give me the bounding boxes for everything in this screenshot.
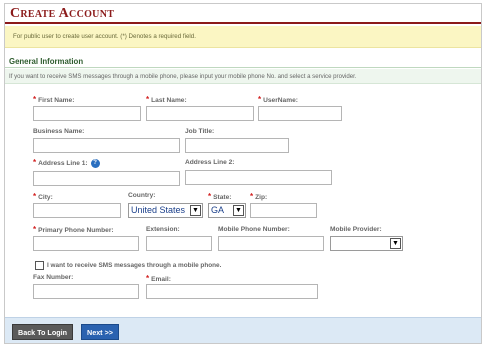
address-line-1-field[interactable] (33, 171, 180, 186)
sms-checkbox-label: I want to receive SMS messages through a… (47, 262, 222, 269)
address-line-2-field[interactable] (185, 170, 332, 185)
job-title-field[interactable] (185, 138, 289, 153)
required-marker: * (33, 158, 37, 167)
zip-label: * Zip: (250, 192, 268, 201)
country-selected-value: United States (131, 205, 186, 215)
username-field[interactable] (258, 106, 342, 121)
mobile-provider-select[interactable]: ▼ (330, 236, 403, 251)
section-title: General Information (5, 55, 481, 68)
state-selected-value: GA (211, 205, 225, 215)
required-marker: * (146, 274, 150, 283)
required-marker: * (258, 95, 262, 104)
first-name-label: * First Name: (33, 95, 75, 104)
mobile-phone-label: Mobile Phone Number: (218, 226, 290, 233)
mobile-provider-label: Mobile Provider: (330, 226, 382, 233)
button-bar: Back To Login Next >> (5, 317, 481, 343)
mobile-phone-field[interactable] (218, 236, 324, 251)
address-line-1-label: * Address Line 1:? (33, 158, 100, 168)
required-marker: * (33, 95, 37, 104)
address-line-2-label: Address Line 2: (185, 159, 235, 166)
email-field[interactable] (146, 284, 318, 299)
sms-checkbox[interactable] (35, 261, 44, 270)
primary-phone-field[interactable] (33, 236, 139, 251)
fax-label: Fax Number: (33, 274, 74, 281)
extension-field[interactable] (146, 236, 212, 251)
state-label: * State: (208, 192, 232, 201)
page-title: Create Account (10, 6, 115, 21)
required-marker: * (33, 192, 37, 201)
state-select[interactable]: GA ▼ (208, 203, 246, 218)
business-name-label: Business Name: (33, 128, 85, 135)
first-name-field[interactable] (33, 106, 141, 121)
username-label: * UserName: (258, 95, 298, 104)
next-button[interactable]: Next >> (81, 324, 119, 340)
required-marker: * (146, 95, 150, 104)
help-icon[interactable]: ? (90, 158, 100, 168)
email-label: * Email: (146, 274, 171, 283)
last-name-label: * Last Name: (146, 95, 187, 104)
required-marker: * (33, 225, 37, 234)
required-marker: * (208, 192, 212, 201)
chevron-down-icon: ▼ (190, 205, 201, 216)
job-title-label: Job Title: (185, 128, 215, 135)
back-to-login-button[interactable]: Back To Login (12, 324, 73, 340)
chevron-down-icon: ▼ (390, 238, 401, 249)
extension-label: Extension: (146, 226, 180, 233)
zip-field[interactable] (250, 203, 317, 218)
fax-field[interactable] (33, 284, 139, 299)
chevron-down-icon: ▼ (233, 205, 244, 216)
required-marker: * (250, 192, 254, 201)
sms-instructions: If you want to receive SMS messages thro… (5, 69, 481, 84)
city-field[interactable] (33, 203, 121, 218)
country-select[interactable]: United States ▼ (128, 203, 203, 218)
primary-phone-label: * Primary Phone Number: (33, 225, 114, 234)
city-label: * City: (33, 192, 53, 201)
country-label: Country: (128, 192, 156, 199)
last-name-field[interactable] (146, 106, 254, 121)
required-field-notice: For public user to create user account. … (5, 26, 481, 48)
create-account-form: Create Account For public user to create… (4, 3, 482, 344)
business-name-field[interactable] (33, 138, 180, 153)
title-bar: Create Account (5, 4, 481, 24)
